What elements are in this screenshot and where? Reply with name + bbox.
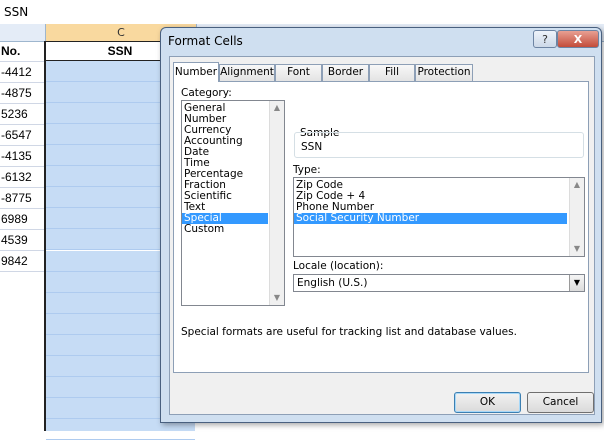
- type-item-selected[interactable]: Social Security Number: [294, 213, 567, 224]
- scroll-down-icon[interactable]: ▼: [570, 242, 584, 256]
- scroll-up-icon[interactable]: ▲: [270, 101, 284, 115]
- cell[interactable]: -4412: [0, 62, 44, 83]
- locale-label: Locale (location):: [293, 260, 384, 272]
- category-scrollbar[interactable]: ▲ ▼: [269, 101, 284, 305]
- tab-number[interactable]: Number: [173, 62, 219, 82]
- cell[interactable]: 4539: [0, 230, 44, 251]
- scroll-down-icon[interactable]: ▼: [270, 291, 284, 305]
- format-cells-dialog: Format Cells ? X Number Alignment Font B…: [160, 27, 602, 423]
- ok-button[interactable]: OK: [454, 392, 521, 413]
- chevron-down-icon[interactable]: ▼: [569, 275, 584, 291]
- locale-value: English (U.S.): [297, 277, 368, 289]
- formula-bar-value[interactable]: SSN: [4, 5, 28, 19]
- close-button[interactable]: X: [557, 30, 599, 48]
- formula-bar[interactable]: SSN: [0, 0, 604, 25]
- dialog-panel: Number Alignment Font Border Fill Protec…: [169, 56, 595, 415]
- tab-alignment[interactable]: Alignment: [219, 64, 275, 81]
- locale-select[interactable]: English (U.S.) ▼: [293, 274, 585, 292]
- sample-box: SSN: [294, 132, 584, 158]
- cell[interactable]: 6989: [0, 209, 44, 230]
- number-tab-content: Category: General Number Currency Accoun…: [173, 81, 589, 373]
- column-b-header-cell[interactable]: No.: [0, 41, 44, 62]
- type-scrollbar[interactable]: ▲ ▼: [569, 178, 584, 256]
- cell[interactable]: 9842: [0, 251, 44, 272]
- type-list[interactable]: Zip Code Zip Code + 4 Phone Number Socia…: [293, 177, 585, 257]
- cell[interactable]: -6132: [0, 167, 44, 188]
- cell[interactable]: -6547: [0, 125, 44, 146]
- tab-font[interactable]: Font: [275, 64, 322, 81]
- tab-border[interactable]: Border: [322, 64, 369, 81]
- format-description: Special formats are useful for tracking …: [181, 326, 517, 338]
- cancel-button[interactable]: Cancel: [527, 392, 594, 413]
- cell[interactable]: -4135: [0, 146, 44, 167]
- cell[interactable]: -8775: [0, 188, 44, 209]
- sample-value: SSN: [301, 141, 323, 153]
- category-list[interactable]: General Number Currency Accounting Date …: [181, 100, 285, 306]
- dialog-title: Format Cells: [168, 34, 243, 48]
- help-button[interactable]: ?: [533, 30, 557, 48]
- scroll-up-icon[interactable]: ▲: [570, 178, 584, 192]
- cell[interactable]: -4875: [0, 83, 44, 104]
- category-label: Category:: [181, 87, 232, 99]
- tab-protection[interactable]: Protection: [415, 64, 473, 81]
- column-b: No. -4412 -4875 5236 -6547 -4135 -6132 -…: [0, 41, 44, 272]
- cell[interactable]: 5236: [0, 104, 44, 125]
- type-label: Type:: [293, 164, 321, 176]
- tab-fill[interactable]: Fill: [369, 64, 415, 81]
